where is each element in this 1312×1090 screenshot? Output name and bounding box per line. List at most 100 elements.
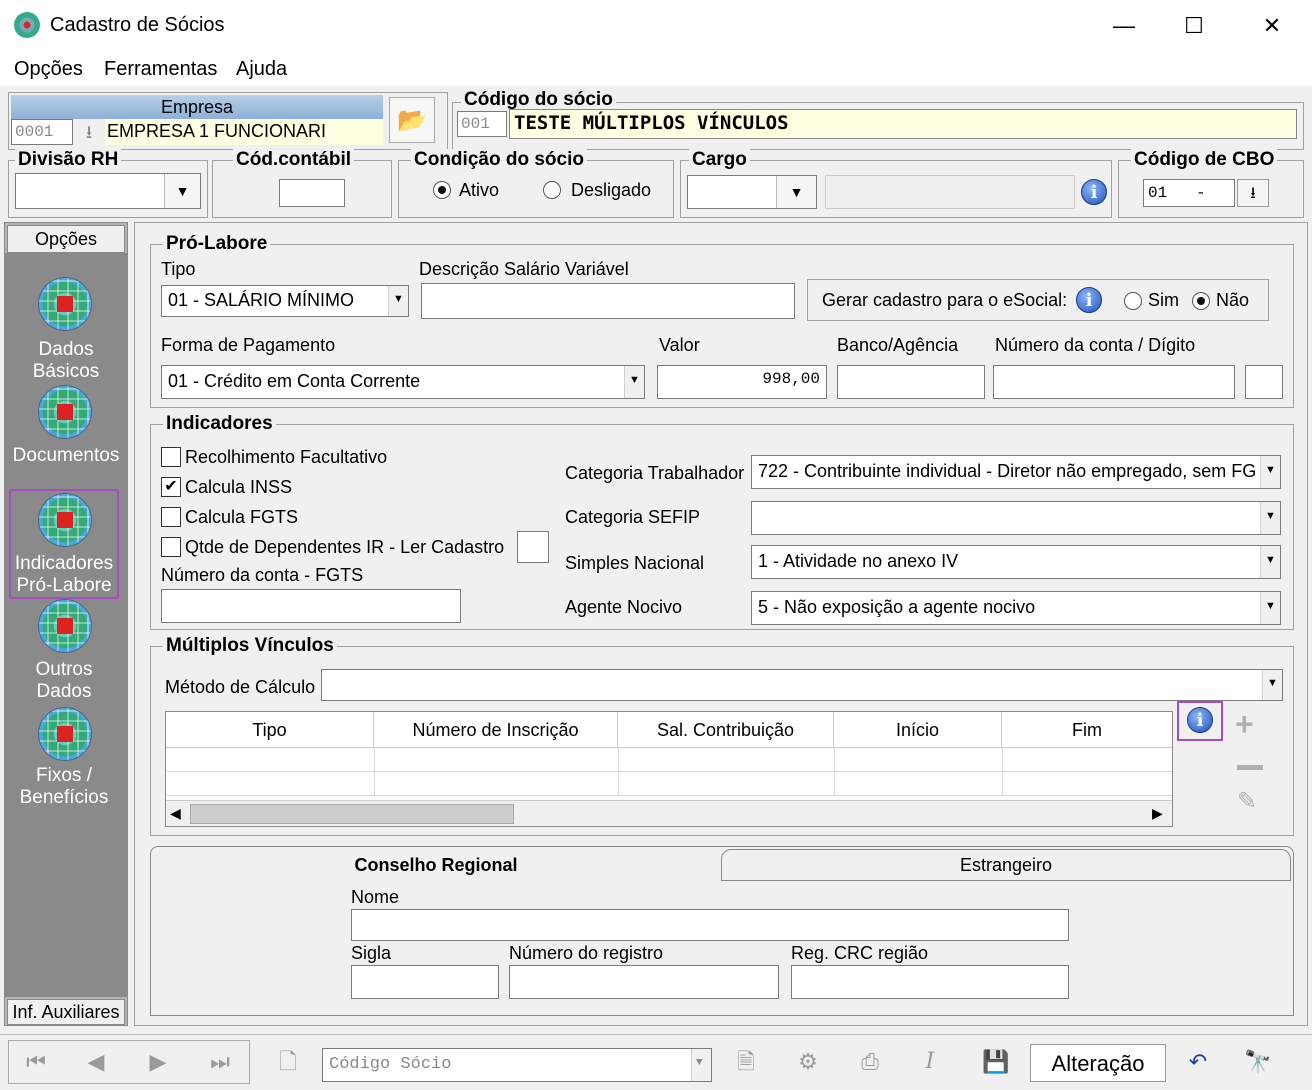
forma-pagamento-select[interactable]: 01 - Crédito em Conta Corrente [161,365,645,399]
sidebar-header[interactable]: Opções [7,225,125,253]
sidebar-item-indicadores[interactable]: Indicadores Pró-Labore [5,553,123,597]
desc-salario-field[interactable] [421,283,795,319]
column-header-sal-contribuicao[interactable]: Sal. Contribuição [618,712,834,748]
info-icon[interactable]: i [1081,179,1107,205]
column-header-fim[interactable]: Fim [1002,712,1172,748]
fgts-conta-field[interactable] [161,589,461,623]
metodo-calculo-select[interactable] [321,669,1283,701]
chevron-down-icon[interactable] [1260,546,1280,578]
checkbox-recolhimento[interactable] [161,447,181,467]
socio-code-field[interactable]: 001 [457,111,507,137]
minimize-button[interactable]: — [1104,10,1144,42]
divisao-select[interactable]: ▼ [15,173,201,209]
sidebar-item-fixos-beneficios[interactable]: Fixos / Benefícios [5,765,123,809]
radio-esocial-sim[interactable] [1124,292,1142,310]
chevron-down-icon[interactable] [691,1049,711,1081]
column-header-tipo[interactable]: Tipo [166,712,374,748]
cod-contabil-field[interactable] [279,179,345,207]
registro-field[interactable] [509,965,779,999]
scroll-left-icon[interactable]: ◀ [170,805,181,822]
radio-desligado[interactable] [543,181,561,199]
sidebar-footer-inf-auxiliares[interactable]: Inf. Auxiliares [7,999,125,1025]
scrollbar-thumb[interactable] [190,804,514,824]
documentos-icon[interactable] [38,385,92,439]
menu-opcoes[interactable]: Opções [14,58,83,81]
vinculos-table[interactable]: Tipo Número de Inscrição Sal. Contribuiç… [165,711,1173,827]
menu-ferramentas[interactable]: Ferramentas [104,58,217,81]
report-icon[interactable]: ⚙ [786,1042,830,1082]
checkbox-calcula-inss[interactable]: ✔ [161,477,181,497]
cbo-field[interactable]: 01 - [1143,179,1235,207]
banco-field[interactable] [837,365,985,399]
radio-ativo[interactable] [433,181,451,199]
cat-trabalhador-select[interactable]: 722 - Contribuinte individual - Diretor … [751,455,1281,489]
print-preview-icon[interactable]: 🗎 [724,1042,768,1082]
sidebar-item-outros-dados[interactable]: Outros Dados [5,659,123,703]
outros-dados-icon[interactable] [38,599,92,653]
save-icon[interactable]: 💾 [974,1042,1018,1082]
crc-field[interactable] [791,965,1069,999]
new-document-icon[interactable]: 🗋 [266,1042,310,1082]
dependentes-count-field[interactable] [517,531,549,563]
close-button[interactable]: ✕ [1252,10,1292,42]
digito-field[interactable] [1245,365,1283,399]
column-header-inscricao[interactable]: Número de Inscrição [374,712,618,748]
agente-nocivo-select[interactable]: 5 - Não exposição a agente nocivo [751,591,1281,625]
sidebar-item-dados-basicos[interactable]: Dados Básicos [7,339,125,383]
open-folder-icon[interactable]: 📂 [389,97,435,143]
sidebar-item-documentos[interactable]: Documentos [7,445,125,467]
cbo-lookup-icon[interactable]: ⭳ [1237,179,1269,207]
conta-field[interactable] [993,365,1235,399]
remove-icon[interactable] [1237,765,1263,770]
italic-icon[interactable]: I [908,1042,952,1082]
last-record-icon[interactable]: ⏭ [198,1042,242,1082]
cargo-select[interactable]: ▼ [687,175,817,209]
empresa-code-field[interactable]: 0001 [11,119,73,145]
valor-field[interactable]: 998,00 [657,365,827,399]
scroll-right-icon[interactable]: ▶ [1152,805,1163,822]
info-icon[interactable]: i [1187,707,1213,733]
codigo-socio-group: Código do sócio 001 TESTE MÚLTIPLOS VÍNC… [452,89,1304,150]
checkbox-calcula-fgts[interactable] [161,507,181,527]
tipo-select[interactable]: 01 - SALÁRIO MÍNIMO [161,285,409,317]
socio-name-field[interactable]: TESTE MÚLTIPLOS VÍNCULOS [509,109,1297,139]
edit-pencil-icon[interactable]: ✎ [1237,787,1257,816]
chevron-down-icon[interactable] [388,286,408,316]
chevron-down-icon[interactable] [1262,670,1282,700]
first-record-icon[interactable]: ⏮ [14,1042,58,1082]
simples-select[interactable]: 1 - Atividade no anexo IV [751,545,1281,579]
empresa-lookup-icon[interactable]: ⭳ [77,119,101,145]
undo-icon[interactable]: ↶ [1176,1042,1220,1082]
chevron-down-icon[interactable] [624,366,644,398]
indicadores-icon[interactable] [38,493,92,547]
horizontal-scrollbar[interactable]: ◀ ▶ [166,800,1172,826]
chevron-down-icon[interactable] [1260,592,1280,624]
fixos-beneficios-icon[interactable] [38,707,92,761]
column-header-inicio[interactable]: Início [834,712,1002,748]
cod-contabil-label: Cód.contábil [233,149,355,171]
table-row[interactable] [166,772,1172,796]
chevron-down-icon[interactable] [1260,456,1280,488]
checkbox-dependentes-ir[interactable] [161,537,181,557]
maximize-button[interactable]: ☐ [1174,10,1214,42]
add-icon[interactable]: + [1235,708,1254,740]
chevron-down-icon[interactable]: ▼ [776,176,816,208]
table-row[interactable] [166,748,1172,772]
tab-estrangeiro[interactable]: Estrangeiro [721,849,1291,881]
sigla-field[interactable] [351,965,499,999]
search-socio-field[interactable]: Código Sócio [322,1048,712,1082]
menu-ajuda[interactable]: Ajuda [236,58,287,81]
info-icon[interactable]: i [1076,287,1102,313]
chevron-down-icon[interactable] [1260,502,1280,534]
binoculars-icon[interactable]: 🔭 [1236,1042,1280,1082]
next-record-icon[interactable]: ▶ [136,1042,180,1082]
radio-esocial-nao[interactable] [1192,292,1210,310]
cat-sefip-select[interactable] [751,501,1281,535]
prev-record-icon[interactable]: ◀ [74,1042,118,1082]
checkbox-recolhimento-label: Recolhimento Facultativo [185,447,388,467]
printer-icon[interactable]: ⎙ [848,1042,892,1082]
nome-field[interactable] [351,909,1069,941]
dados-basicos-icon[interactable] [38,277,92,331]
tab-conselho-regional[interactable]: Conselho Regional [151,847,721,881]
chevron-down-icon[interactable]: ▼ [164,174,200,208]
